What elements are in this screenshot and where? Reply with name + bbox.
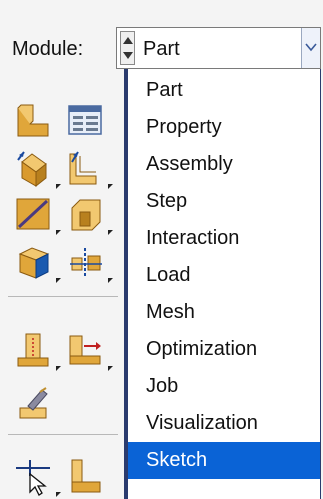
spin-up-icon[interactable] [123, 37, 133, 44]
extrude-solid-icon[interactable] [14, 148, 54, 188]
dropdown-item-job[interactable]: Job [128, 368, 320, 405]
spin-down-icon[interactable] [123, 52, 133, 59]
datum-axis-icon[interactable] [66, 330, 106, 370]
create-part-icon[interactable] [14, 100, 54, 140]
dropdown-item-sketch[interactable]: Sketch [128, 442, 320, 479]
dropdown-item-optimization[interactable]: Optimization [128, 331, 320, 368]
dropdown-item-load[interactable]: Load [128, 257, 320, 294]
dropdown-item-interaction[interactable]: Interaction [128, 220, 320, 257]
chevron-down-icon [305, 43, 317, 52]
toolbar-divider [8, 296, 118, 297]
module-combobox[interactable]: Part [116, 27, 321, 69]
datum-point-icon[interactable] [14, 330, 54, 370]
create-solid-icon[interactable] [14, 242, 54, 282]
geometry-repair-icon[interactable] [14, 384, 54, 424]
dropdown-item-step[interactable]: Step [128, 183, 320, 220]
combo-dropdown-button[interactable] [301, 28, 320, 68]
dropdown-item-part[interactable]: Part [128, 72, 320, 109]
partition-icon[interactable] [66, 242, 106, 282]
create-feature-icon[interactable] [66, 456, 106, 496]
extrude-cut-icon[interactable] [66, 148, 106, 188]
dropdown-item-mesh[interactable]: Mesh [128, 294, 320, 331]
create-cut-icon[interactable] [66, 194, 106, 234]
module-current-value: Part [143, 38, 180, 60]
query-icon[interactable] [14, 456, 54, 496]
dropdown-item-assembly[interactable]: Assembly [128, 146, 320, 183]
module-spinner[interactable] [120, 31, 135, 65]
dropdown-item-property[interactable]: Property [128, 109, 320, 146]
toolbar-divider [8, 434, 118, 435]
dropdown-item-visualization[interactable]: Visualization [128, 405, 320, 442]
module-label: Module: [12, 38, 84, 60]
create-wire-icon[interactable] [14, 194, 54, 234]
module-dropdown-list[interactable]: Part Property Assembly Step Interaction … [124, 69, 321, 499]
part-manager-icon[interactable] [66, 100, 106, 140]
